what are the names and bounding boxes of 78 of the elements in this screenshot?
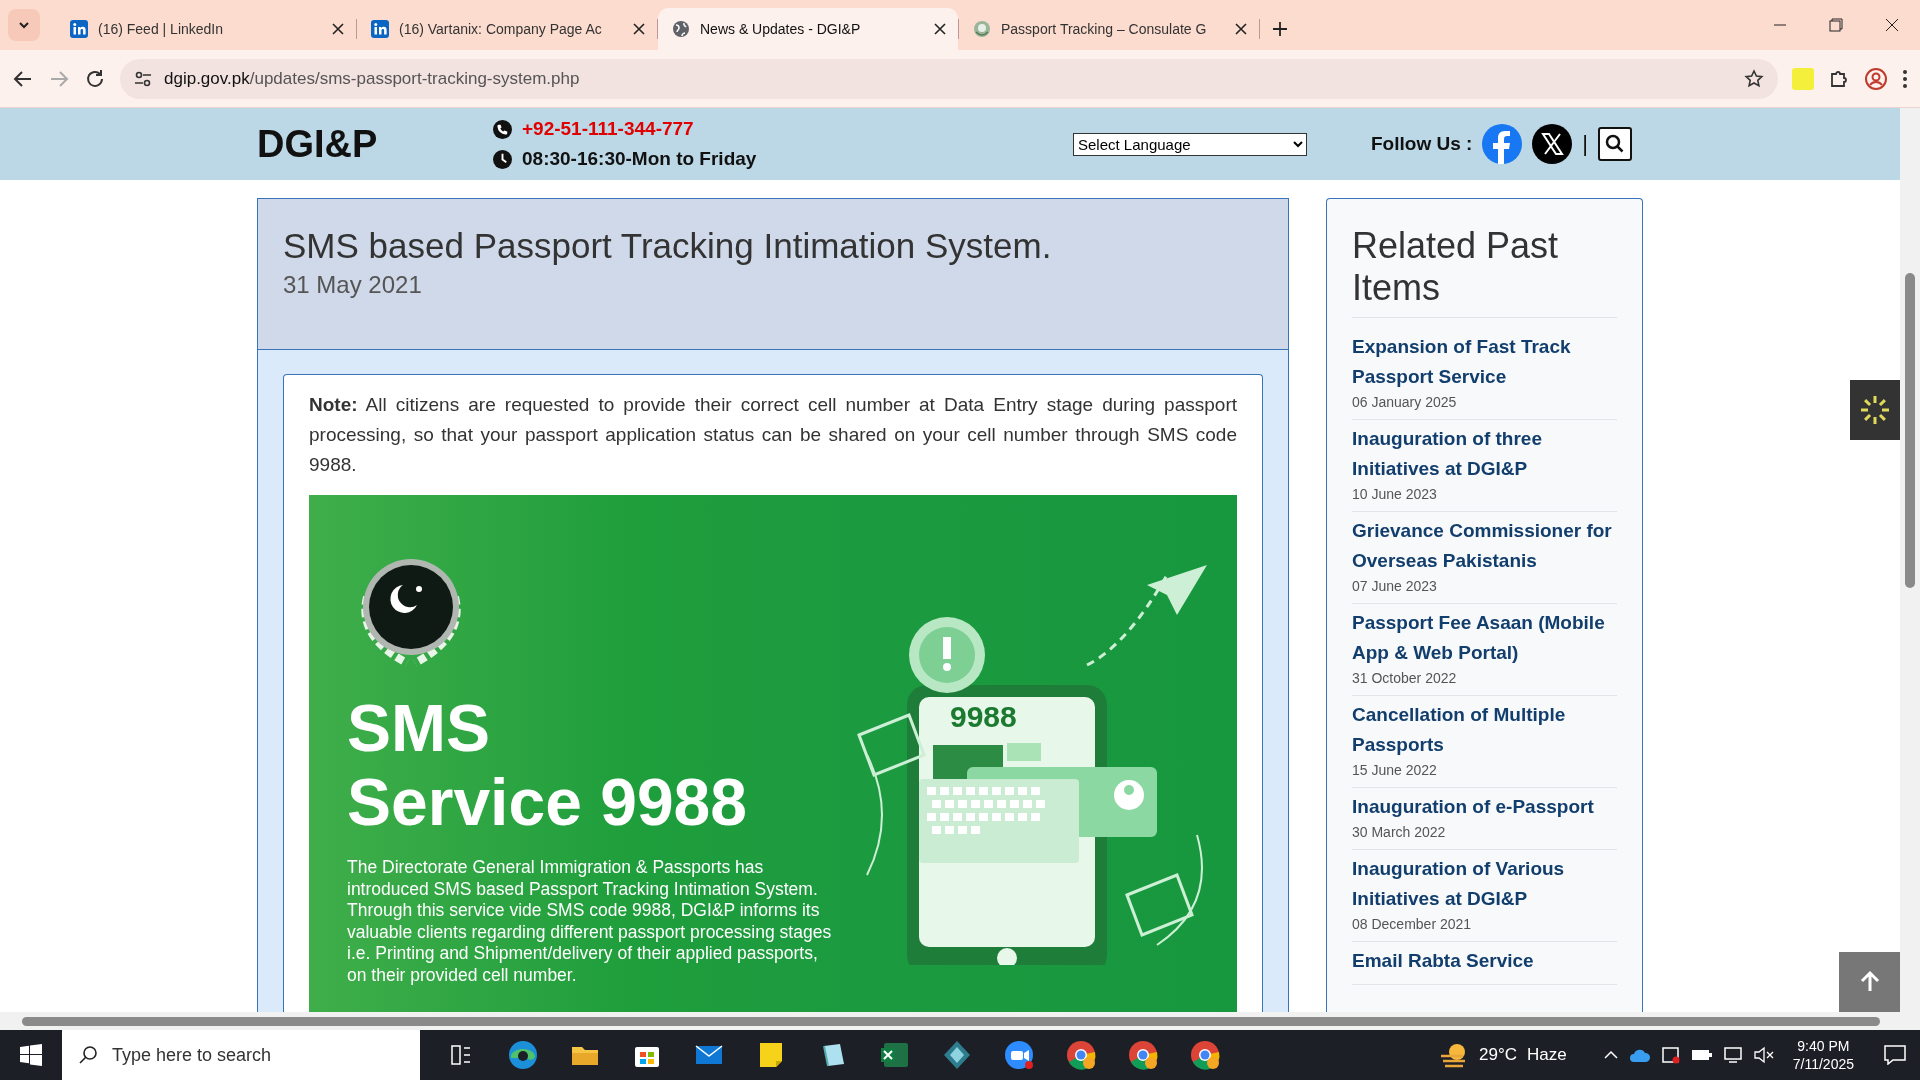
related-item-link[interactable]: Inauguration of Various Initiatives at DGI&P [1352,854,1617,914]
browser-tab[interactable]: Passport Tracking – Consulate G [959,8,1259,50]
profile-icon[interactable] [1864,66,1888,91]
menu-icon[interactable] [1902,67,1908,90]
chrome-icon[interactable] [1188,1038,1222,1072]
related-item-link[interactable]: Cancellation of Multiple Passports [1352,700,1617,760]
phone-screen-number: 9988 [950,700,1017,734]
follow-label: Follow Us : [1371,133,1473,155]
banner-headline: SMS [347,691,492,765]
search-button[interactable] [1598,127,1633,161]
related-item-date: 07 June 2023 [1352,578,1437,594]
article-date: 31 May 2021 [283,271,422,299]
clock-time[interactable]: 9:40 PM [1797,1037,1850,1055]
chrome-icon[interactable] [1064,1038,1098,1072]
edge-browser-icon[interactable] [506,1038,540,1072]
security-icon[interactable] [1660,1045,1681,1065]
linkedin-icon [70,20,88,38]
related-item-date: 31 October 2022 [1352,670,1457,686]
back-to-top-button[interactable] [1839,952,1900,1012]
weather-condition: Haze [1527,1045,1567,1065]
site-info-icon[interactable] [134,69,152,88]
tab-search-button[interactable] [8,9,40,41]
related-item-link[interactable]: Passport Fee Asaan (Mobile App & Web Portal) [1352,608,1617,668]
reload-icon[interactable] [84,67,106,90]
linkedin-icon [371,20,389,38]
banner-text: Through this service vide SMS code 9988, DGI&P informs its valuable clients regarding different passport processing stages i.e. Printing and Shipment/delivery of their applied passports, on their provided cell number. [347,900,833,986]
banner-text: The Directorate General Immigration & Passports has introduced SMS based Passport Tracking Intimation System. [347,857,819,900]
browser-tab[interactable]: News & Updates - DGI&P [658,8,958,50]
site-logo[interactable]: DGI&P [257,122,493,166]
facebook-icon[interactable] [1482,124,1523,164]
related-item-link[interactable]: Grievance Commissioner for Overseas Pakistanis [1352,516,1617,576]
video-call-icon[interactable] [1002,1038,1036,1072]
search-icon [78,1045,98,1065]
related-item-link[interactable]: Email Rabta Service [1352,946,1617,976]
article-title: SMS based Passport Tracking Intimation System. [283,225,1053,267]
globe-icon [672,20,690,38]
windows-start-icon[interactable] [20,1044,42,1066]
accessibility-widget-button[interactable] [1850,380,1900,440]
cloud-icon[interactable] [1628,1047,1651,1063]
related-item-date: 08 December 2021 [1352,916,1472,932]
weather-temperature: 29°C [1479,1045,1518,1065]
clock-date[interactable]: 7/11/2025 [1792,1055,1854,1073]
asterisk-icon [1859,394,1891,426]
related-item-date: 15 June 2022 [1352,762,1437,778]
notifications-icon[interactable] [1884,1045,1906,1065]
browser-tab[interactable]: (16) Feed | LinkedIn [56,8,356,50]
phone-icon [493,119,512,139]
close-icon[interactable] [1235,23,1247,35]
related-item-date: 30 March 2022 [1352,824,1446,840]
new-tab-icon[interactable] [1272,21,1288,37]
language-select[interactable]: Select Language [1073,132,1307,156]
banner-headline: Service 9988 [347,765,749,839]
sidebar-heading: Related Past Items [1352,225,1617,318]
close-icon[interactable] [332,23,344,35]
bookmark-star-icon[interactable] [1744,68,1764,89]
muted-speaker-icon[interactable] [1752,1046,1775,1064]
related-item-link[interactable]: Inauguration of e-Passport [1352,792,1617,822]
horizontal-scrollbar[interactable] [22,1017,1880,1026]
related-item-link[interactable]: Inauguration of three Initiatives at DGI&P [1352,424,1617,484]
vertical-scrollbar[interactable] [1900,108,1920,1012]
close-icon[interactable] [633,23,645,35]
address-bar[interactable]: dgip.gov.pk/updates/sms-passport-tracking-system.php [120,58,1778,99]
office-hours: 08:30-16:30-Mon to Friday [522,148,757,170]
related-item-date: 10 June 2023 [1352,486,1437,502]
browser-tab[interactable]: (16) Vartanix: Company Page Ac [357,8,657,50]
note-text: Note: All citizens are requested to provide their correct cell number at Data Entry stage during passport processing, so that your passport application status can be shared on your cell number through SMS code 9988. [309,393,1237,477]
network-icon[interactable] [1722,1046,1743,1064]
chrome-icon[interactable] [1126,1038,1160,1072]
search-icon [1605,134,1626,154]
taskbar-search-field[interactable]: Type here to search [62,1030,420,1080]
separator: | [1582,131,1589,157]
close-icon[interactable] [934,23,946,35]
related-item-link[interactable]: Expansion of Fast Track Passport Service [1352,332,1617,392]
emblem-icon [973,20,991,38]
battery-icon[interactable] [1690,1048,1713,1062]
x-logo-icon[interactable] [1532,124,1573,164]
related-item-date: 06 January 2025 [1352,394,1457,410]
clock-icon [493,149,512,169]
